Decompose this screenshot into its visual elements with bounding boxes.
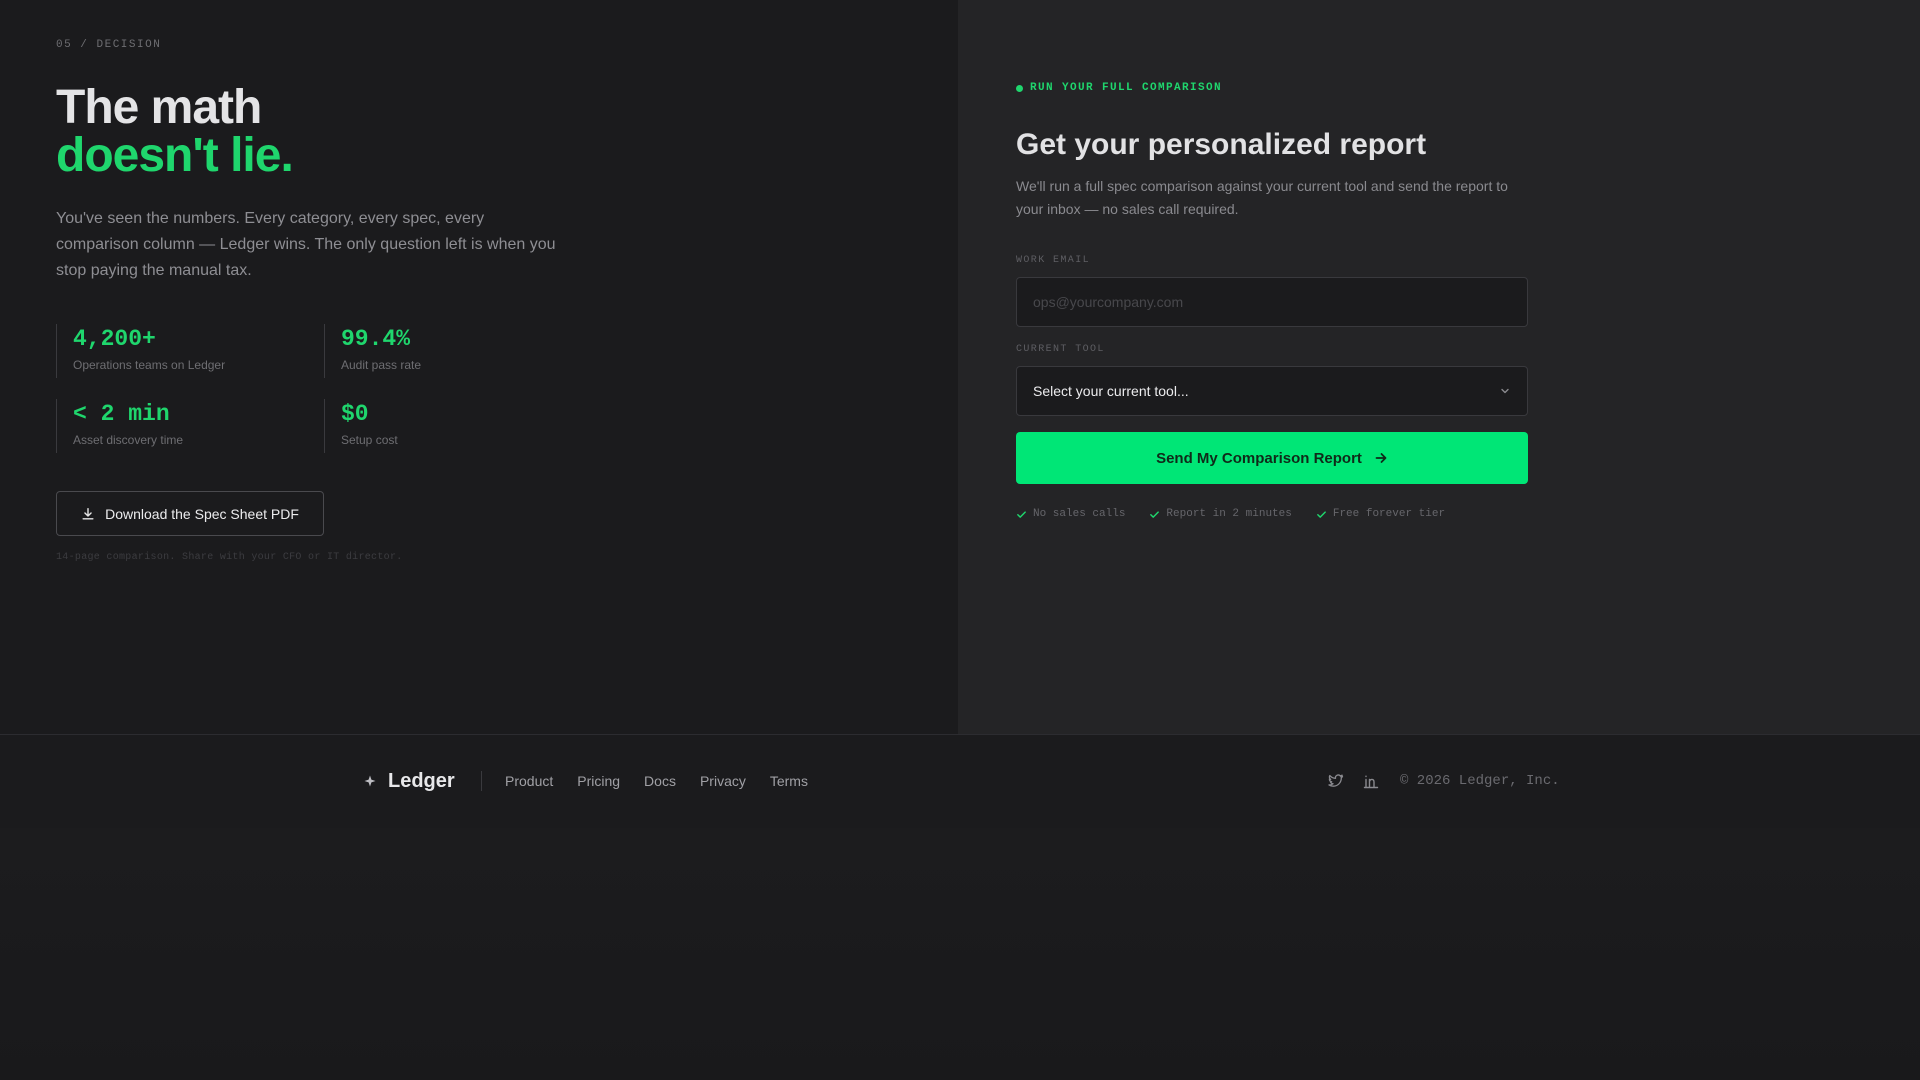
stat-setup-cost: $0 Setup cost: [324, 399, 398, 453]
email-field[interactable]: [1016, 277, 1528, 327]
footer: Ledger Product Pricing Docs Privacy Term…: [0, 734, 1920, 828]
form-title: Get your personalized report: [1016, 128, 1427, 161]
decision-panel: 05 / DECISION The math doesn't lie. You'…: [0, 0, 958, 734]
stat-audit-pass-rate: 99.4% Audit pass rate: [324, 324, 421, 378]
stat-label: Audit pass rate: [341, 358, 422, 372]
current-tool-select[interactable]: Select your current tool...: [1016, 366, 1528, 416]
footer-nav: Product Pricing Docs Privacy Terms: [505, 735, 808, 827]
status-dot-icon: [1016, 84, 1023, 92]
current-tool-selected: Select your current tool...: [1033, 383, 1189, 399]
trust-item-label: Report in 2 minutes: [1166, 508, 1292, 520]
tool-field-label: CURRENT TOOL: [1016, 344, 1105, 355]
trust-item-label: Free forever tier: [1332, 508, 1446, 520]
footer-link-docs[interactable]: Docs: [644, 773, 676, 789]
headline-line-1: The math: [56, 81, 262, 134]
linkedin-icon[interactable]: [1363, 773, 1379, 789]
brand[interactable]: Ledger: [364, 735, 455, 827]
lead-paragraph: You've seen the numbers. Every category,…: [56, 210, 556, 279]
footer-link-terms[interactable]: Terms: [770, 773, 808, 789]
form-subtitle: We'll run a full spec comparison against…: [1016, 178, 1508, 217]
trust-item: Free forever tier: [1316, 508, 1445, 520]
trust-badges: No sales calls Report in 2 minutes Free …: [1016, 508, 1445, 520]
stat-label: Asset discovery time: [73, 433, 184, 447]
download-spec-sheet-button[interactable]: Download the Spec Sheet PDF: [56, 491, 324, 536]
brand-name: Ledger: [388, 769, 455, 792]
stat-label: Setup cost: [341, 433, 398, 447]
headline: The math doesn't lie.: [56, 81, 294, 182]
social-links: [1328, 735, 1379, 827]
check-icon: [1150, 510, 1160, 518]
stat-discovery-time: < 2 min Asset discovery time: [56, 399, 183, 453]
download-icon: [82, 507, 94, 520]
brand-divider: [481, 771, 482, 791]
check-icon: [1017, 510, 1026, 518]
twitter-icon[interactable]: [1328, 773, 1344, 789]
send-report-label: Send My Comparison Report: [1156, 449, 1362, 467]
headline-line-2: doesn't lie.: [56, 129, 294, 182]
chevron-down-icon: [1501, 388, 1509, 394]
copyright: © 2026 Ledger, Inc.: [1400, 773, 1560, 789]
download-button-label: Download the Spec Sheet PDF: [105, 505, 299, 522]
stat-value: < 2 min: [73, 401, 170, 427]
trust-item: Report in 2 minutes: [1149, 508, 1292, 520]
footer-link-product[interactable]: Product: [505, 773, 553, 789]
check-icon: [1316, 510, 1326, 518]
stat-value: 4,200+: [73, 326, 156, 352]
page: 05 / DECISION The math doesn't lie. You'…: [0, 0, 1920, 1080]
trust-item-label: No sales calls: [1033, 508, 1126, 520]
report-form-panel: RUN YOUR FULL COMPARISON Get your person…: [958, 0, 1920, 734]
download-note: 14-page comparison. Share with your CFO …: [56, 552, 403, 563]
form-eyebrow: RUN YOUR FULL COMPARISON: [1016, 82, 1222, 94]
page-background-bottom: [0, 828, 1920, 1080]
stat-value: 99.4%: [341, 326, 411, 352]
stat-teams: 4,200+ Operations teams on Ledger: [56, 324, 225, 378]
footer-link-privacy[interactable]: Privacy: [700, 773, 746, 789]
footer-link-pricing[interactable]: Pricing: [577, 773, 620, 789]
section-label: 05 / DECISION: [56, 39, 162, 51]
send-report-button[interactable]: Send My Comparison Report: [1016, 432, 1528, 484]
arrow-right-icon: [1375, 453, 1387, 463]
email-field-label: WORK EMAIL: [1016, 255, 1091, 266]
eyebrow-text: RUN YOUR FULL COMPARISON: [1030, 82, 1223, 94]
ledger-logo-icon: [364, 775, 376, 787]
stat-value: $0: [341, 401, 369, 427]
stat-label: Operations teams on Ledger: [73, 358, 226, 372]
trust-item: No sales calls: [1016, 508, 1125, 520]
